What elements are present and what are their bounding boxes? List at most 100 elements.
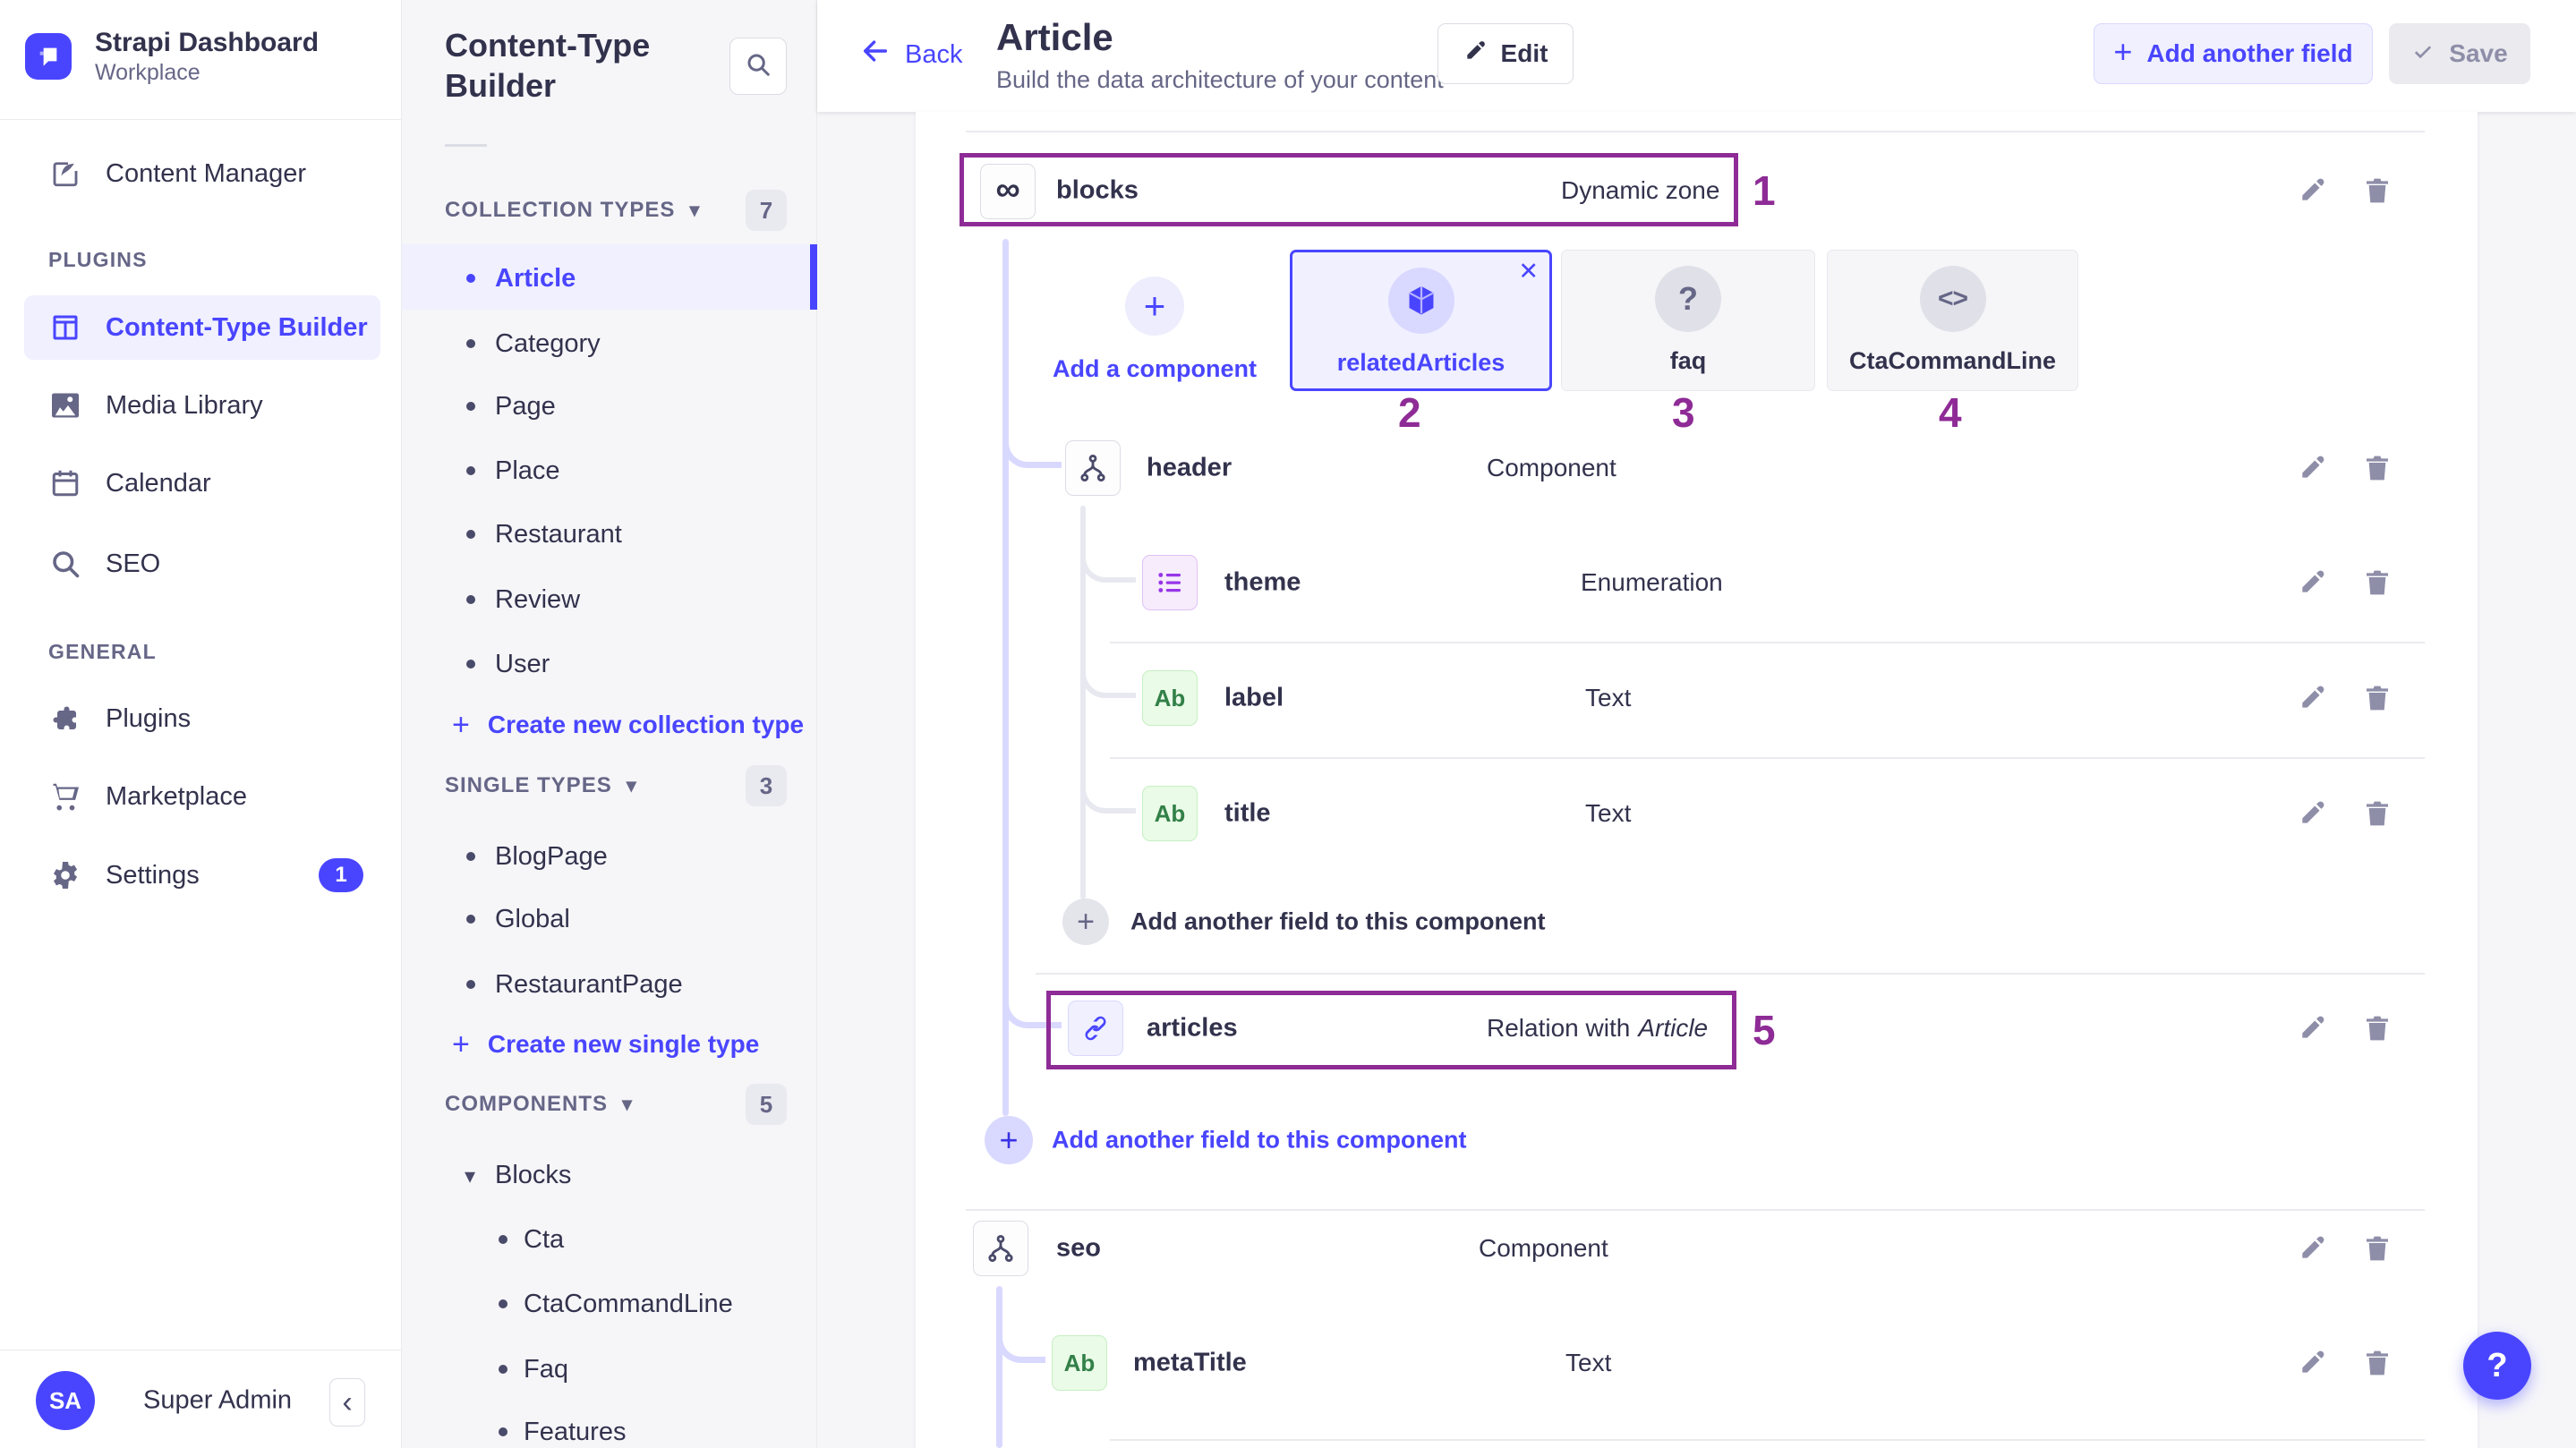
edit-field-button[interactable] <box>2291 562 2333 603</box>
sidebar-item-place[interactable]: Place <box>495 442 560 499</box>
delete-field-button[interactable] <box>2357 1342 2398 1384</box>
item-label: Cta <box>524 1225 564 1255</box>
edit-field-button[interactable] <box>2291 1228 2333 1269</box>
edit-button[interactable]: Edit <box>1437 23 1574 84</box>
item-label: Global <box>495 905 570 934</box>
help-button[interactable]: ? <box>2463 1332 2531 1400</box>
search-button[interactable] <box>729 38 787 95</box>
delete-field-button[interactable] <box>2357 170 2398 211</box>
sidebar-item-global[interactable]: Global <box>495 890 570 948</box>
chevron-down-icon: ▾ <box>689 199 700 222</box>
component-item-cta[interactable]: Cta <box>524 1211 564 1268</box>
bullet-icon <box>466 980 475 989</box>
back-link[interactable]: Back <box>860 33 962 76</box>
sidebar-item-content-type-builder[interactable]: Content-Type Builder <box>24 295 380 360</box>
collection-types-header[interactable]: COLLECTION TYPES ▾ <box>445 182 700 239</box>
field-type-header: Component <box>1487 454 1616 482</box>
edit-field-button[interactable] <box>2291 170 2333 211</box>
strapi-logo-icon <box>25 33 72 80</box>
gear-icon <box>48 858 82 892</box>
component-item-faq[interactable]: Faq <box>524 1341 568 1398</box>
plus-icon: + <box>452 708 470 743</box>
add-field-to-component-label[interactable]: Add another field to this component <box>1130 908 1545 936</box>
single-types-header[interactable]: SINGLE TYPES ▾ <box>445 757 637 814</box>
delete-field-button[interactable] <box>2357 793 2398 834</box>
sidebar-item-plugins[interactable]: Plugins <box>48 690 191 747</box>
bullet-icon <box>466 595 475 604</box>
item-label: Review <box>495 585 580 615</box>
sidebar-item-user[interactable]: User <box>495 635 550 693</box>
add-component-button[interactable]: + <box>1125 277 1184 336</box>
plus-icon: + <box>1077 905 1095 940</box>
delete-field-button[interactable] <box>2357 447 2398 489</box>
edit-field-button[interactable] <box>2291 447 2333 489</box>
add-another-field-button[interactable]: + Add another field <box>2094 23 2373 84</box>
component-card-relatedarticles[interactable]: ✕ relatedArticles <box>1290 250 1552 391</box>
sidebar-item-content-manager[interactable]: Content Manager <box>48 145 306 202</box>
component-group-blocks[interactable]: Blocks <box>495 1146 571 1204</box>
add-component-label[interactable]: Add a component <box>1047 355 1262 383</box>
bullet-icon <box>466 530 475 539</box>
save-button[interactable]: Save <box>2389 23 2530 84</box>
field-type-metatitle: Text <box>1565 1349 1611 1377</box>
field-type-seo: Component <box>1479 1234 1608 1263</box>
edit-field-button[interactable] <box>2291 793 2333 834</box>
single-types-count: 3 <box>746 765 787 806</box>
close-icon[interactable]: ✕ <box>1518 258 1539 285</box>
panel-title: Content-Type Builder <box>445 25 713 106</box>
component-card-ctacommandline[interactable]: <> CtaCommandLine <box>1827 250 2078 391</box>
delete-field-button[interactable] <box>2357 1008 2398 1049</box>
sidebar-item-article[interactable]: Article <box>495 250 576 307</box>
delete-field-button[interactable] <box>2357 562 2398 603</box>
component-item-ctacommandline[interactable]: CtaCommandLine <box>524 1275 733 1333</box>
section-label: COMPONENTS <box>445 1092 608 1117</box>
sidebar-item-label: Plugins <box>106 704 191 734</box>
item-label: Blocks <box>495 1161 571 1190</box>
item-label: BlogPage <box>495 842 608 872</box>
sidebar-item-settings[interactable]: Settings <box>48 847 200 904</box>
sidebar-item-marketplace[interactable]: Marketplace <box>48 768 247 825</box>
plus-icon: + <box>2113 33 2132 71</box>
edit-field-button[interactable] <box>2291 1342 2333 1384</box>
edit-field-button[interactable] <box>2291 1008 2333 1049</box>
delete-field-button[interactable] <box>2357 677 2398 719</box>
add-field-to-component-button[interactable]: + <box>1062 899 1109 945</box>
selected-item-indicator <box>810 244 817 310</box>
sidebar-item-category[interactable]: Category <box>495 315 601 372</box>
avatar[interactable]: SA <box>36 1371 95 1430</box>
calendar-icon <box>48 466 82 500</box>
create-label: Create new collection type <box>488 711 804 739</box>
sidebar-item-seo[interactable]: SEO <box>48 535 160 592</box>
delete-field-button[interactable] <box>2357 1228 2398 1269</box>
sidebar-item-label: Content-Type Builder <box>106 313 368 343</box>
sidebar-item-calendar[interactable]: Calendar <box>48 455 211 512</box>
component-item-features[interactable]: Features <box>524 1403 626 1448</box>
main-sidebar: Strapi Dashboard Workplace Content Manag… <box>0 0 402 1448</box>
sidebar-item-restaurantpage[interactable]: RestaurantPage <box>495 956 683 1013</box>
components-count: 5 <box>746 1084 787 1125</box>
bullet-icon <box>466 466 475 475</box>
field-name-label: label <box>1224 684 1284 713</box>
field-name-blocks: blocks <box>1056 176 1139 206</box>
components-header[interactable]: COMPONENTS ▾ <box>445 1076 633 1133</box>
component-card-faq[interactable]: ? faq <box>1561 250 1815 391</box>
add-field-to-dynamic-zone-label[interactable]: Add another field to this component <box>1052 1127 1466 1154</box>
collapse-sidebar-button[interactable]: ‹ <box>329 1378 365 1427</box>
sidebar-item-media-library[interactable]: Media Library <box>48 377 263 434</box>
bullet-icon <box>499 1235 508 1244</box>
create-collection-type-link[interactable]: + Create new collection type <box>452 696 804 754</box>
edit-field-button[interactable] <box>2291 677 2333 719</box>
app-title: Strapi Dashboard <box>95 27 319 59</box>
sidebar-item-restaurant[interactable]: Restaurant <box>495 506 622 563</box>
field-name-seo: seo <box>1056 1234 1101 1264</box>
sidebar-item-page[interactable]: Page <box>495 378 556 435</box>
bullet-icon <box>466 660 475 669</box>
add-field-to-dynamic-zone-button[interactable]: + <box>985 1116 1033 1164</box>
text-field-icon: Ab <box>1142 670 1198 726</box>
field-type-blocks: Dynamic zone <box>1561 176 1719 205</box>
item-label: Page <box>495 392 556 422</box>
sidebar-item-blogpage[interactable]: BlogPage <box>495 828 608 885</box>
create-single-type-link[interactable]: + Create new single type <box>452 1016 759 1073</box>
content-type-builder-icon <box>48 311 82 345</box>
sidebar-item-review[interactable]: Review <box>495 571 580 628</box>
